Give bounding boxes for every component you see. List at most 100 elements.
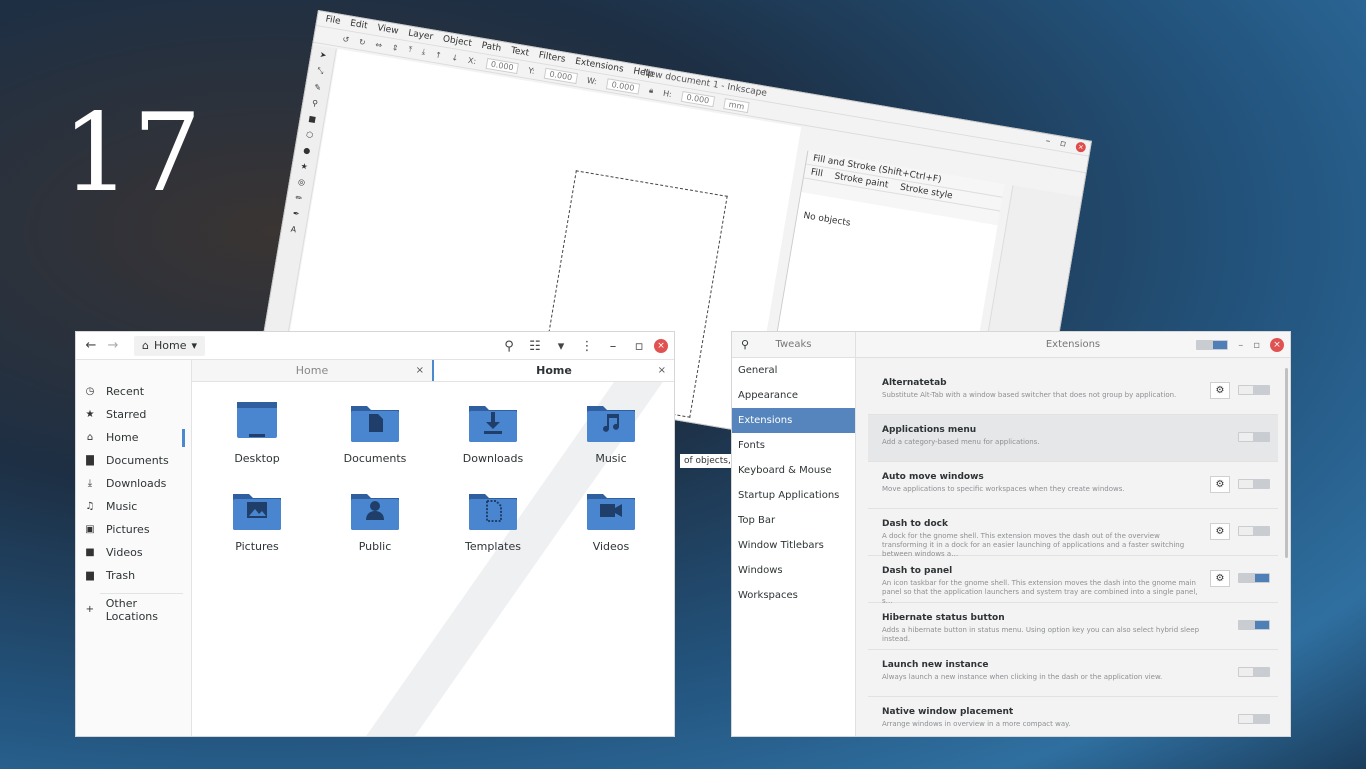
view-list-icon[interactable]: ☷: [524, 335, 546, 357]
sidebar-item-videos[interactable]: ■ Videos: [76, 541, 191, 564]
minimize-icon[interactable]: –: [1238, 340, 1243, 351]
ellipse-tool-icon[interactable]: ●: [303, 146, 311, 156]
tweaks-nav-item[interactable]: Window Titlebars: [732, 533, 855, 558]
extension-row[interactable]: Auto move windows Move applications to sp…: [868, 462, 1278, 509]
unit-select[interactable]: mm: [723, 97, 751, 113]
close-icon[interactable]: ×: [1270, 338, 1284, 352]
tab-fill[interactable]: Fill: [810, 166, 824, 181]
tab-home-1[interactable]: Home ×: [192, 360, 432, 381]
menu-path[interactable]: Path: [481, 41, 502, 54]
sidebar-item-recent[interactable]: ◷ Recent: [76, 380, 191, 403]
folder-item[interactable]: Pictures: [202, 486, 312, 566]
flip-h-icon[interactable]: ⇔: [375, 40, 383, 50]
folder-item[interactable]: Downloads: [438, 398, 548, 478]
tweaks-nav-item[interactable]: Workspaces: [732, 583, 855, 608]
spiral-tool-icon[interactable]: ◎: [297, 177, 305, 187]
menu-view[interactable]: View: [376, 23, 399, 36]
maximize-icon[interactable]: ▫: [1253, 340, 1260, 351]
extension-switch[interactable]: [1238, 573, 1270, 583]
pen-tool-icon[interactable]: ✒: [292, 209, 300, 219]
tweaks-nav-item[interactable]: Windows: [732, 558, 855, 583]
extension-row[interactable]: Dash to panel An icon taskbar for the gno…: [868, 556, 1278, 605]
tweaks-nav-item[interactable]: Keyboard & Mouse: [732, 458, 855, 483]
tweaks-nav-item[interactable]: Fonts: [732, 433, 855, 458]
search-icon[interactable]: ⚲: [732, 338, 758, 351]
extension-row[interactable]: Applications menu Add a category-based me…: [868, 415, 1278, 462]
gear-icon[interactable]: ⚙: [1210, 523, 1230, 540]
sidebar-item-other-locations[interactable]: + Other Locations: [76, 597, 191, 623]
menu-edit[interactable]: Edit: [349, 19, 368, 32]
tweaks-nav-item[interactable]: Appearance: [732, 383, 855, 408]
forward-arrow-icon[interactable]: →: [102, 335, 124, 357]
rotate-ccw-icon[interactable]: ↺: [342, 34, 350, 44]
minimize-icon[interactable]: –: [1045, 136, 1051, 147]
sidebar-item-pictures[interactable]: ▣ Pictures: [76, 518, 191, 541]
extension-switch[interactable]: [1238, 479, 1270, 489]
gear-icon[interactable]: ⚙: [1210, 382, 1230, 399]
extension-row[interactable]: Hibernate status button Adds a hibernate …: [868, 603, 1278, 650]
extension-switch[interactable]: [1238, 667, 1270, 677]
tweak-tool-icon[interactable]: ✎: [314, 83, 322, 93]
menu-layer[interactable]: Layer: [407, 28, 433, 42]
folder-item[interactable]: Documents: [320, 398, 430, 478]
maximize-icon[interactable]: ▫: [628, 335, 650, 357]
extension-switch[interactable]: [1238, 385, 1270, 395]
rotate-cw-icon[interactable]: ↻: [358, 37, 366, 47]
tweaks-nav-item[interactable]: Extensions: [732, 408, 855, 433]
zoom-tool-icon[interactable]: ⚲: [311, 98, 318, 108]
menu-text[interactable]: Text: [510, 46, 530, 59]
extension-switch[interactable]: [1238, 526, 1270, 536]
gear-icon[interactable]: ⚙: [1210, 476, 1230, 493]
text-tool-icon[interactable]: A: [290, 225, 297, 235]
close-tab-icon[interactable]: ×: [658, 365, 666, 376]
extensions-master-switch[interactable]: [1196, 340, 1229, 350]
y-field[interactable]: 0.000: [543, 67, 579, 84]
tweaks-nav-item[interactable]: General: [732, 358, 855, 383]
extension-switch[interactable]: [1238, 714, 1270, 724]
sidebar-item-trash[interactable]: ▆ Trash: [76, 564, 191, 587]
search-icon[interactable]: ⚲: [498, 335, 520, 357]
close-icon[interactable]: ×: [1075, 141, 1087, 153]
down-icon[interactable]: ↓: [451, 53, 459, 63]
menu-file[interactable]: File: [325, 14, 342, 26]
extension-switch[interactable]: [1238, 620, 1270, 630]
sidebar-item-music[interactable]: ♫ Music: [76, 495, 191, 518]
lower-icon[interactable]: ⤓: [421, 47, 426, 57]
rect-tool-icon[interactable]: ■: [308, 114, 317, 124]
extension-row[interactable]: Alternatetab Substitute Alt-Tab with a wi…: [868, 368, 1278, 415]
tab-home-2[interactable]: Home ×: [432, 360, 674, 381]
menu-object[interactable]: Object: [442, 34, 473, 49]
folder-item[interactable]: Public: [320, 486, 430, 566]
sidebar-item-downloads[interactable]: ⤓ Downloads: [76, 472, 191, 495]
menu-filters[interactable]: Filters: [538, 51, 566, 65]
folder-item[interactable]: Desktop: [202, 398, 312, 478]
selector-tool-icon[interactable]: ➤: [319, 50, 327, 60]
flip-v-icon[interactable]: ⇕: [391, 42, 399, 52]
minimize-icon[interactable]: –: [602, 335, 624, 357]
lock-icon[interactable]: 🔒︎: [648, 85, 654, 96]
pencil-tool-icon[interactable]: ✏: [295, 193, 303, 203]
extension-row[interactable]: Dash to dock A dock for the gnome shell. …: [868, 509, 1278, 558]
close-icon[interactable]: ×: [654, 339, 668, 353]
node-tool-icon[interactable]: ⤡: [316, 66, 324, 77]
view-options-chevron-icon[interactable]: ▾: [550, 335, 572, 357]
tweaks-nav-item[interactable]: Startup Applications: [732, 483, 855, 508]
gear-icon[interactable]: ⚙: [1210, 570, 1230, 587]
folder-item[interactable]: Music: [556, 398, 666, 478]
up-icon[interactable]: ↑: [434, 50, 442, 60]
x-field[interactable]: 0.000: [485, 57, 520, 74]
maximize-icon[interactable]: ▫: [1059, 139, 1067, 150]
sidebar-item-documents[interactable]: ▇ Documents: [76, 449, 191, 472]
menu-kebab-icon[interactable]: ⋮: [576, 335, 598, 357]
extension-row[interactable]: Launch new instance Always launch a new i…: [868, 650, 1278, 697]
folder-item[interactable]: Videos: [556, 486, 666, 566]
scrollbar[interactable]: [1285, 368, 1288, 558]
tweaks-nav-item[interactable]: Top Bar: [732, 508, 855, 533]
sidebar-item-starred[interactable]: ★ Starred: [76, 403, 191, 426]
folder-item[interactable]: Templates: [438, 486, 548, 566]
3d-box-tool-icon[interactable]: ⬡: [305, 130, 313, 140]
back-arrow-icon[interactable]: ←: [80, 335, 102, 357]
raise-icon[interactable]: ⤒: [408, 45, 413, 55]
star-tool-icon[interactable]: ★: [300, 161, 309, 171]
extension-switch[interactable]: [1238, 432, 1270, 442]
